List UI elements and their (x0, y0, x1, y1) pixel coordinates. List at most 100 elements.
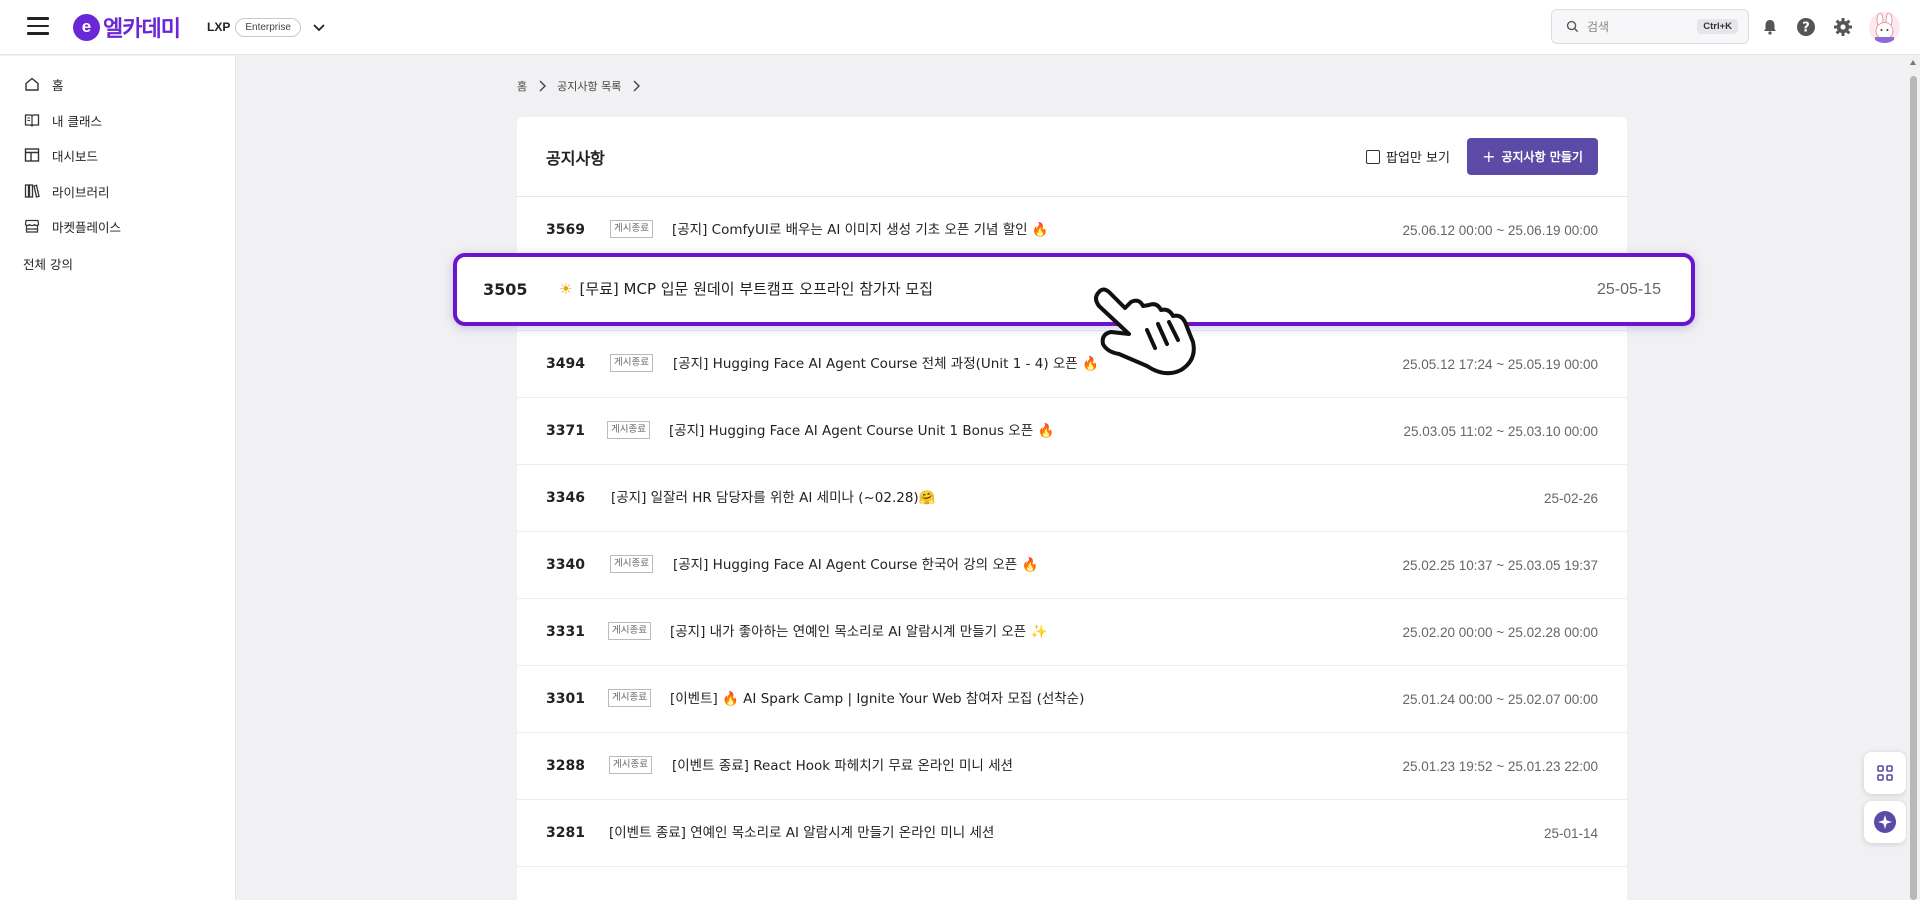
status-badge: 게시종료 (608, 689, 651, 707)
sidebar-item-dashboard[interactable]: 대시보드 (24, 144, 98, 166)
row-date: 25.03.05 11:02 ~ 25.03.10 00:00 (1403, 424, 1598, 439)
store-icon (24, 219, 40, 233)
sidebar-all-courses[interactable]: 전체 강의 (23, 254, 73, 273)
logo[interactable]: e 엘카데미 (73, 12, 181, 42)
workspace-switcher[interactable]: LXP Enterprise (207, 15, 327, 39)
avatar[interactable] (1869, 12, 1900, 43)
dashboard-icon (24, 148, 40, 162)
row-date: 25.02.25 10:37 ~ 25.03.05 19:37 (1402, 558, 1598, 573)
sparkles-icon: ✨ (1030, 624, 1048, 640)
highlighted-row[interactable]: 3505 ☀ [무료] MCP 입문 원데이 부트캠프 오프라인 참가자 모집 2… (453, 253, 1695, 326)
notice-card: 공지사항 팝업만 보기 + 공지사항 만들기 3569 게시종료 [공지] Co… (517, 117, 1627, 900)
menu-icon[interactable] (27, 17, 49, 37)
breadcrumb-home[interactable]: 홈 (517, 78, 527, 94)
grid-icon (1877, 765, 1893, 781)
table-row[interactable]: 3494 게시종료 [공지] Hugging Face AI Agent Cou… (517, 331, 1627, 398)
chevron-right-icon (539, 80, 547, 92)
row-title-text: [무료] MCP 입문 원데이 부트캠프 오프라인 참가자 모집 (579, 280, 933, 298)
row-title-text: [공지] 일잘러 HR 담당자를 위한 AI 세미나 (~02.28) (611, 490, 919, 506)
status-badge: 게시종료 (610, 220, 653, 238)
scrollbar[interactable] (1907, 56, 1920, 900)
top-header: e 엘카데미 LXP Enterprise 검색 Ctrl+K ? (0, 0, 1920, 55)
table-row[interactable]: 3331 게시종료 [공지] 내가 좋아하는 연예인 목소리로 AI 알람시계 … (517, 599, 1627, 666)
row-number: 3494 (546, 356, 585, 372)
sidebar-item-library[interactable]: 라이브러리 (24, 180, 110, 202)
library-icon (24, 184, 40, 198)
sidebar: 홈 내 클래스 대시보드 라이브러리 마켓플레이스 전체 강의 (0, 56, 236, 900)
sidebar-item-home[interactable]: 홈 (24, 73, 64, 95)
row-date: 25-01-14 (1543, 826, 1598, 841)
sidebar-item-label: 라이브러리 (52, 184, 110, 200)
gear-icon[interactable] (1831, 15, 1855, 39)
table-row[interactable]: 3301 게시종료 [이벤트] 🔥 AI Spark Camp | Ignite… (517, 666, 1627, 733)
chevron-down-icon (313, 24, 325, 32)
status-badge: 게시종료 (609, 756, 652, 774)
breadcrumb-current[interactable]: 공지사항 목록 (557, 78, 621, 94)
row-title: [공지] Hugging Face AI Agent Course 전체 과정(… (673, 331, 1099, 398)
row-title: [공지] Hugging Face AI Agent Course 한국어 강의… (673, 532, 1038, 599)
scroll-thumb[interactable] (1910, 76, 1917, 900)
row-number: 3331 (546, 624, 585, 640)
workspace-name: LXP (207, 20, 231, 34)
row-title: [이벤트] 🔥 AI Spark Camp | Ignite Your Web … (670, 691, 1085, 707)
row-title: [공지] 내가 좋아하는 연예인 목소리로 AI 알람시계 만들기 오픈 ✨ (670, 599, 1047, 666)
logo-text: 엘카데미 (103, 17, 181, 42)
help-icon[interactable]: ? (1794, 15, 1818, 39)
search-icon (1566, 20, 1579, 33)
row-title-text: [공지] ComfyUI로 배우는 AI 이미지 생성 기초 오픈 기념 할인 (672, 222, 1028, 238)
popup-only-checkbox[interactable]: 팝업만 보기 (1366, 147, 1450, 166)
create-notice-label: 공지사항 만들기 (1501, 150, 1583, 164)
table-row[interactable]: 3340 게시종료 [공지] Hugging Face AI Agent Cou… (517, 532, 1627, 599)
sidebar-item-label: 내 클래스 (52, 113, 102, 129)
status-badge: 게시종료 (608, 622, 651, 640)
logo-mark: e (73, 13, 100, 41)
sidebar-item-label: 대시보드 (52, 148, 99, 164)
scroll-up-arrow[interactable] (1910, 60, 1916, 65)
plus-icon: + (1482, 147, 1496, 166)
search-input[interactable]: 검색 Ctrl+K (1551, 9, 1749, 44)
table-row[interactable]: 3346 [공지] 일잘러 HR 담당자를 위한 AI 세미나 (~02.28)… (517, 465, 1627, 532)
page-title: 공지사항 (546, 149, 605, 168)
row-number: 3340 (546, 557, 585, 573)
row-date: 25-02-26 (1543, 491, 1598, 506)
fire-icon: 🔥 (1021, 557, 1039, 573)
table-row[interactable]: 3371 게시종료 [공지] Hugging Face AI Agent Cou… (517, 398, 1627, 465)
row-title-text: [공지] 내가 좋아하는 연예인 목소리로 AI 알람시계 만들기 오픈 (670, 624, 1027, 640)
row-title: [이벤트 종료] 연예인 목소리로 AI 알람시계 만들기 온라인 미니 세션 (609, 825, 995, 841)
svg-text:?: ? (1802, 21, 1810, 36)
table-row[interactable]: 3288 게시종료 [이벤트 종료] React Hook 파헤치기 무료 온라… (517, 733, 1627, 800)
book-icon (24, 114, 40, 127)
bell-icon[interactable] (1758, 15, 1782, 39)
sidebar-item-marketplace[interactable]: 마켓플레이스 (24, 215, 121, 237)
row-title: [공지] 일잘러 HR 담당자를 위한 AI 세미나 (~02.28)🤗 (611, 465, 936, 532)
ai-chat-button[interactable] (1864, 801, 1906, 843)
status-badge: 게시종료 (610, 555, 653, 573)
fire-icon: 🔥 (1031, 222, 1049, 238)
sidebar-item-label: 마켓플레이스 (52, 219, 122, 235)
row-date: 25-05-15 (1596, 281, 1661, 298)
row-title: ☀ [무료] MCP 입문 원데이 부트캠프 오프라인 참가자 모집 (559, 257, 933, 322)
row-date: 25.01.24 00:00 ~ 25.02.07 00:00 (1402, 692, 1598, 707)
row-title-text: [공지] Hugging Face AI Agent Course Unit 1… (669, 423, 1034, 439)
sun-icon: ☀ (559, 280, 573, 298)
row-title-text: [공지] Hugging Face AI Agent Course 한국어 강의… (673, 557, 1018, 573)
create-notice-button[interactable]: + 공지사항 만들기 (1467, 138, 1598, 175)
checkbox[interactable] (1366, 149, 1380, 164)
row-number: 3371 (546, 423, 585, 439)
apps-grid-button[interactable] (1864, 752, 1906, 794)
popup-only-label: 팝업만 보기 (1386, 151, 1450, 166)
sidebar-item-my-class[interactable]: 내 클래스 (24, 109, 102, 131)
row-title-text: [공지] Hugging Face AI Agent Course 전체 과정(… (673, 356, 1078, 372)
ai-assistant-icon (1874, 811, 1896, 833)
row-date: 25.02.20 00:00 ~ 25.02.28 00:00 (1402, 625, 1598, 640)
table-row[interactable]: 3281 [이벤트 종료] 연예인 목소리로 AI 알람시계 만들기 온라인 미… (517, 800, 1627, 867)
hand-pointer-icon (1094, 287, 1196, 376)
row-number: 3281 (546, 825, 585, 841)
home-icon (25, 77, 39, 91)
row-date: 25.01.23 19:52 ~ 25.01.23 22:00 (1402, 759, 1598, 774)
row-number: 3288 (546, 758, 585, 774)
status-badge: 게시종료 (607, 421, 650, 439)
sidebar-item-label: 홈 (52, 77, 64, 93)
search-placeholder: 검색 (1587, 20, 1610, 34)
row-number: 3301 (546, 691, 585, 707)
